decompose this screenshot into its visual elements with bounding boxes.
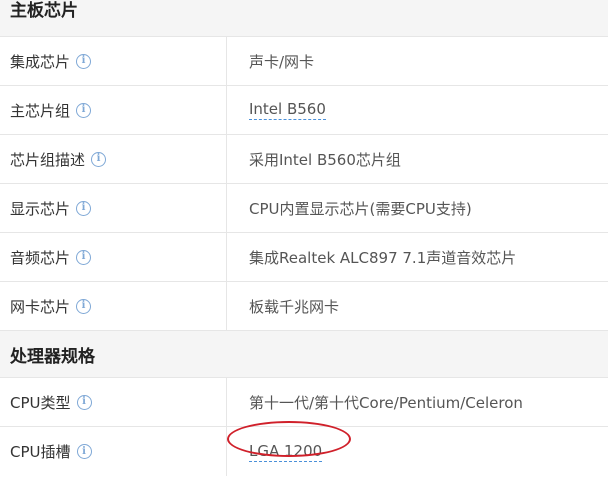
spec-value: 声卡/网卡	[249, 52, 315, 71]
info-icon[interactable]: i	[76, 102, 92, 118]
spec-value: 板载千兆网卡	[249, 297, 340, 316]
spec-label: 显示芯片	[10, 199, 71, 218]
spec-row-network-chip: 网卡芯片 i 板载千兆网卡	[0, 282, 608, 331]
section-header-mainboard-chip: 主板芯片	[0, 0, 608, 37]
info-icon[interactable]: i	[76, 53, 92, 69]
chipset-link[interactable]: Intel B560	[249, 100, 326, 120]
section-title: 主板芯片	[10, 1, 78, 21]
spec-label: CPU插槽	[10, 443, 71, 461]
info-icon[interactable]: i	[76, 444, 92, 459]
info-icon[interactable]: i	[76, 200, 92, 216]
info-icon[interactable]: i	[76, 249, 92, 265]
spec-label: 集成芯片	[10, 52, 71, 71]
spec-value: CPU内置显示芯片(需要CPU支持)	[249, 199, 472, 218]
spec-row-chipset: 主芯片组 i Intel B560	[0, 86, 608, 135]
spec-label: 芯片组描述	[10, 150, 86, 169]
spec-row-integrated-chip: 集成芯片 i 声卡/网卡	[0, 37, 608, 86]
spec-row-cpu-type: CPU类型 i 第十一代/第十代Core/Pentium/Celeron	[0, 378, 608, 427]
spec-row-chipset-description: 芯片组描述 i 采用Intel B560芯片组	[0, 135, 608, 184]
spec-label: 网卡芯片	[10, 297, 71, 316]
section-header-processor-spec: 处理器规格	[0, 331, 608, 378]
info-icon[interactable]: i	[76, 298, 92, 314]
spec-table: 主板芯片 集成芯片 i 声卡/网卡 主芯片组 i Intel B560 芯片组描…	[0, 0, 608, 476]
spec-label: CPU类型	[10, 393, 71, 412]
info-icon[interactable]: i	[76, 394, 92, 410]
spec-row-cpu-socket: CPU插槽 i LGA 1200	[0, 421, 608, 476]
spec-value: 第十一代/第十代Core/Pentium/Celeron	[249, 393, 523, 412]
spec-value: 采用Intel B560芯片组	[249, 150, 401, 169]
spec-value: 集成Realtek ALC897 7.1声道音效芯片	[249, 248, 517, 267]
spec-label: 音频芯片	[10, 248, 71, 267]
spec-row-display-chip: 显示芯片 i CPU内置显示芯片(需要CPU支持)	[0, 184, 608, 233]
section-title: 处理器规格	[10, 346, 95, 367]
spec-row-audio-chip: 音频芯片 i 集成Realtek ALC897 7.1声道音效芯片	[0, 233, 608, 282]
spec-label: 主芯片组	[10, 101, 71, 120]
info-icon[interactable]: i	[91, 151, 107, 167]
cpu-socket-link[interactable]: LGA 1200	[249, 442, 323, 462]
